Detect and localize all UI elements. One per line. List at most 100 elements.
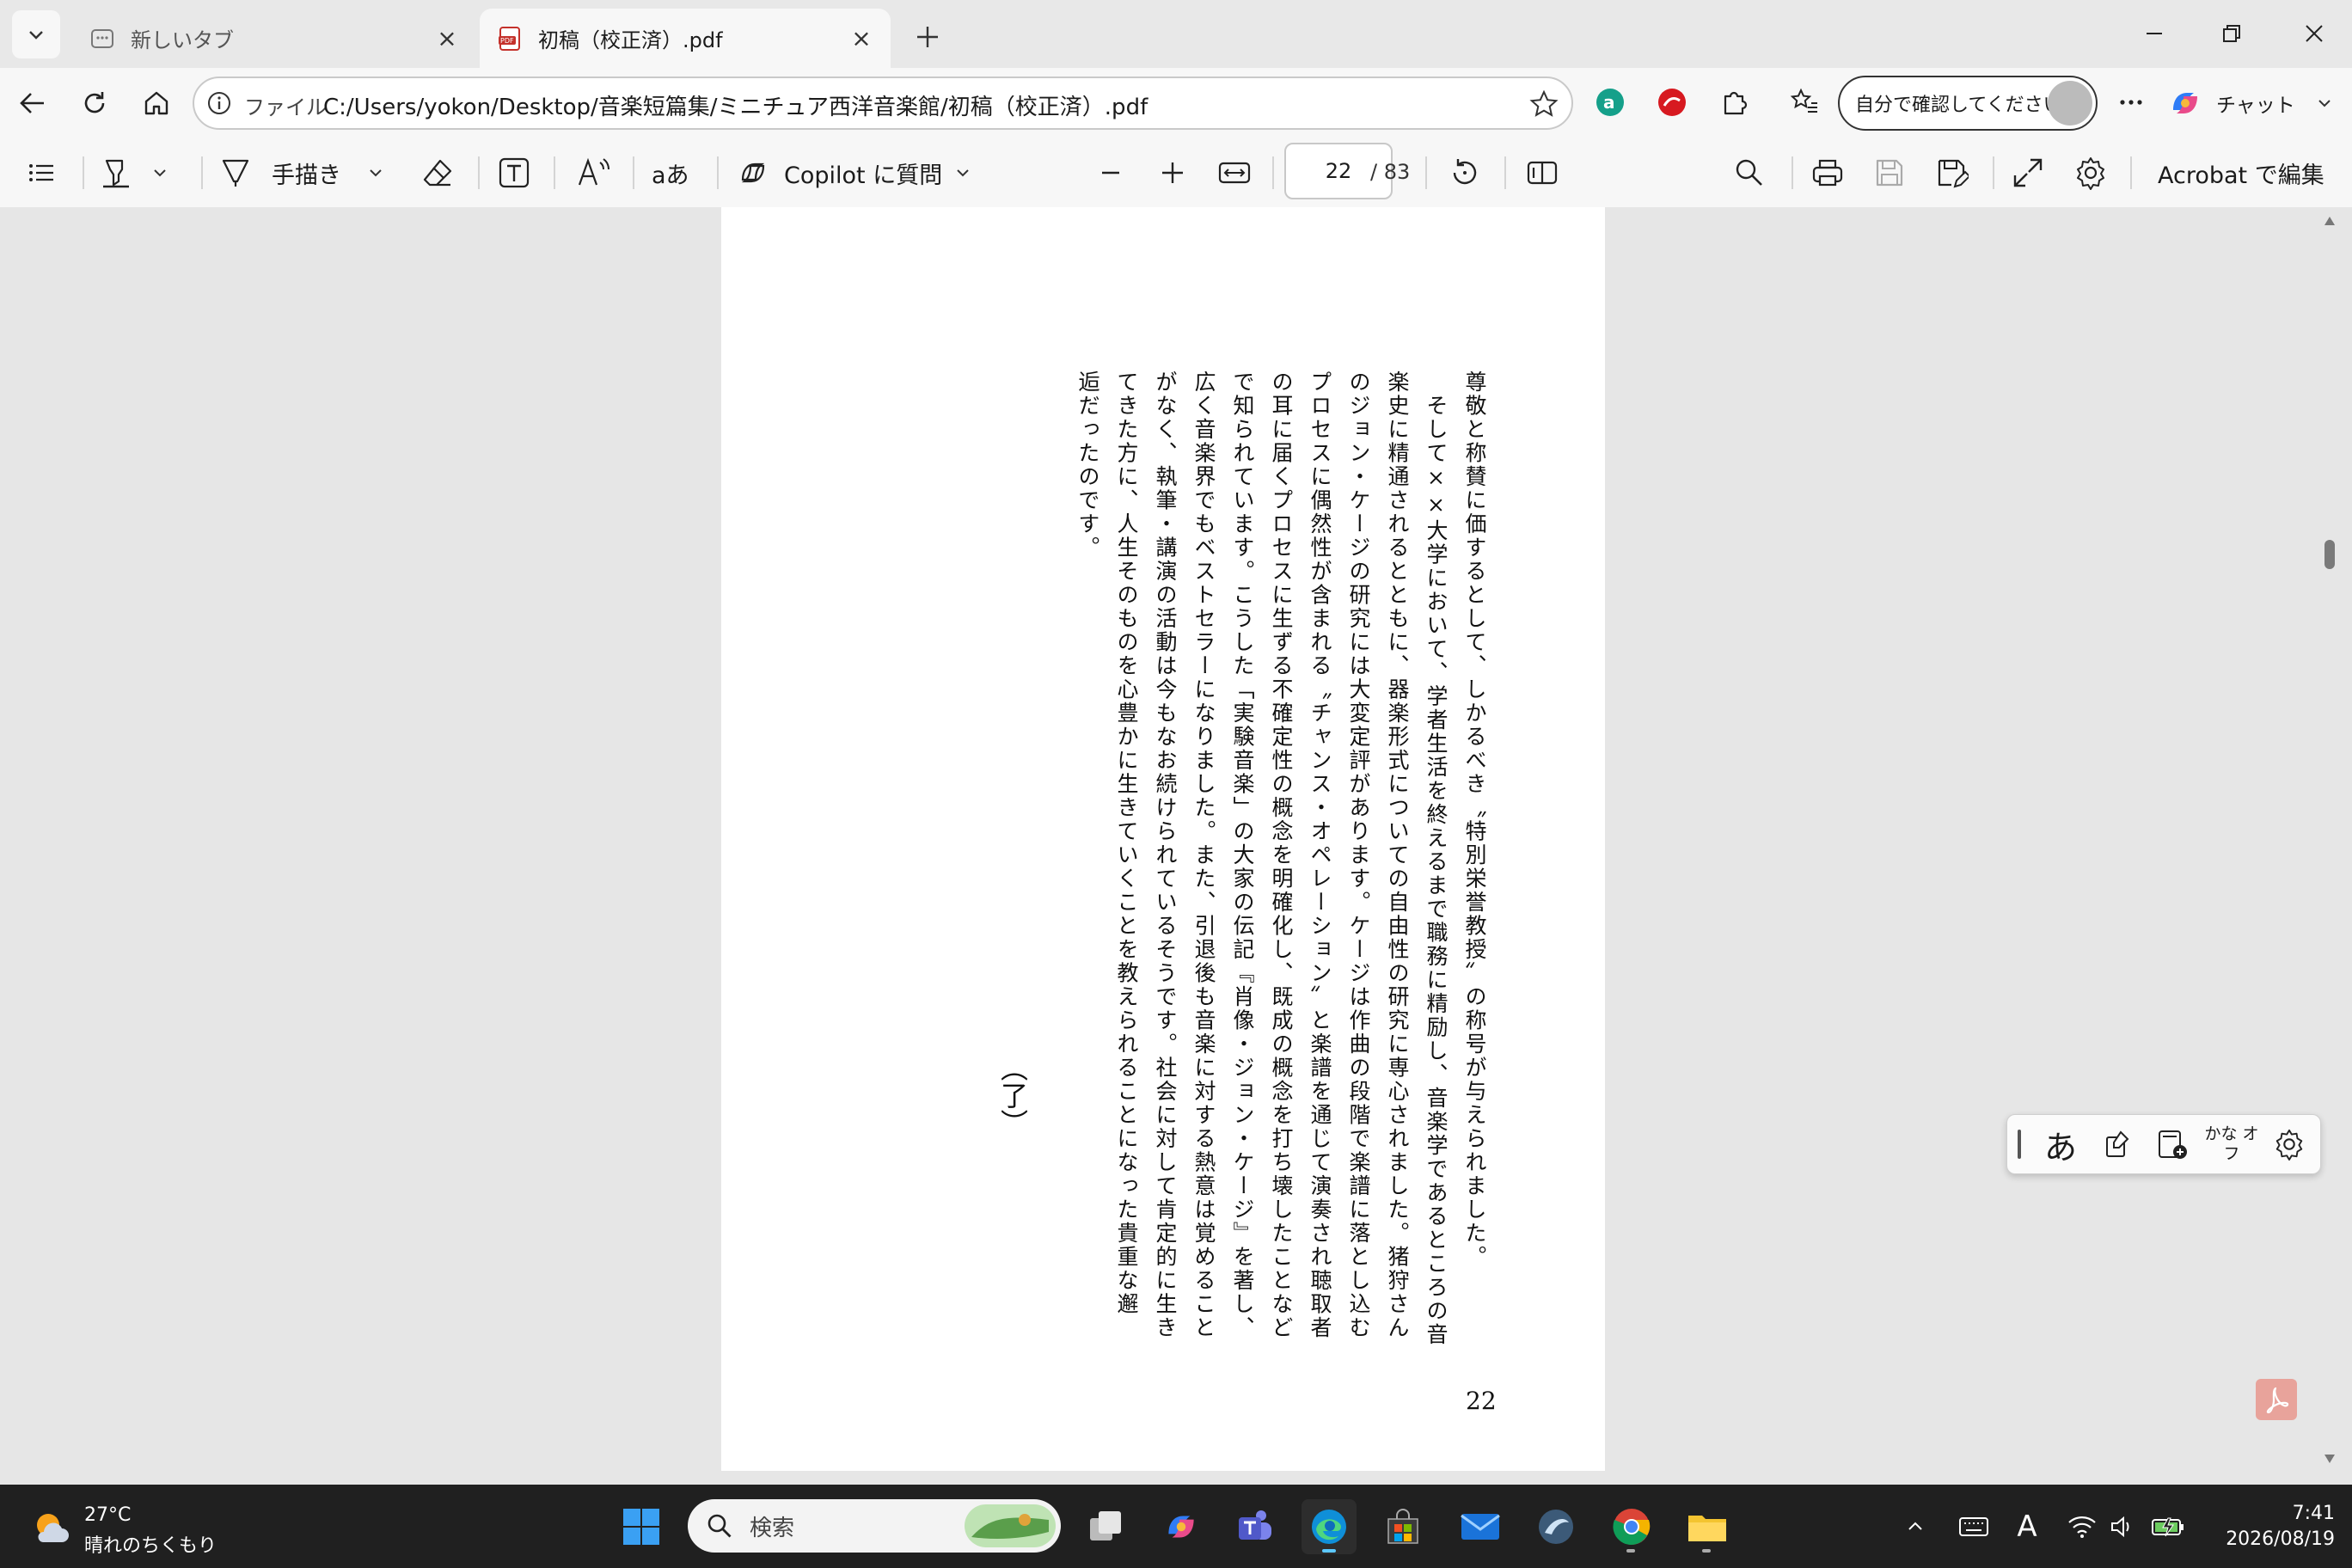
profile-button[interactable]: 自分で確認してください	[1838, 76, 2098, 131]
app-shortcut-button[interactable]	[1528, 1499, 1583, 1554]
edge-button[interactable]	[1302, 1499, 1357, 1554]
address-url[interactable]: C:/Users/yokon/Desktop/音楽短篇集/ミニチュア西洋音楽館/…	[323, 89, 1148, 121]
extension-a-button[interactable]: a	[1590, 83, 1630, 122]
ime-settings-button[interactable]	[2262, 1115, 2317, 1173]
translate-button[interactable]: aあ	[652, 150, 689, 196]
save-as-button[interactable]	[1934, 150, 1969, 196]
battery-button[interactable]	[2147, 1510, 2189, 1544]
erase-button[interactable]	[421, 150, 456, 196]
acrobat-floating-button[interactable]	[2256, 1379, 2297, 1420]
zoom-out-button[interactable]	[1095, 150, 1126, 196]
toolbar-divider	[633, 156, 634, 189]
toolbar-divider	[554, 156, 555, 189]
read-aloud-icon	[578, 157, 609, 186]
page-view-button[interactable]	[1525, 150, 1559, 196]
more-menu-button[interactable]	[2111, 83, 2151, 122]
favorite-star-icon[interactable]	[1528, 89, 1559, 119]
home-button[interactable]	[132, 79, 181, 127]
copilot-ask-button[interactable]: Copilot に質問	[736, 150, 971, 196]
chrome-button[interactable]	[1604, 1499, 1659, 1554]
plus-icon	[917, 27, 938, 47]
save-disk-icon	[1876, 159, 1903, 187]
mail-button[interactable]	[1453, 1499, 1508, 1554]
settings-button[interactable]	[2073, 150, 2108, 196]
address-scheme-label: ファイル	[244, 95, 327, 119]
close-window-button[interactable]	[2283, 12, 2345, 55]
reload-button[interactable]	[70, 79, 119, 127]
scroll-up-arrow-icon[interactable]	[2323, 215, 2337, 227]
extension-a-icon: a	[1596, 89, 1624, 116]
battery-charging-icon	[2152, 1517, 2184, 1537]
restore-button[interactable]	[2201, 12, 2263, 55]
add-text-button[interactable]	[497, 150, 531, 196]
ime-kana-toggle[interactable]: かな オフ	[2202, 1115, 2262, 1173]
info-icon[interactable]	[206, 90, 232, 116]
new-tab-button[interactable]	[906, 15, 949, 58]
volume-button[interactable]	[2104, 1510, 2139, 1544]
edit-in-acrobat-button[interactable]: Acrobat で編集	[2158, 150, 2324, 196]
keyboard-icon	[1959, 1517, 1988, 1536]
tab-pdf[interactable]: PDF 初稿（校正済）.pdf ×	[480, 9, 891, 68]
security-extension-icon	[1658, 89, 1686, 116]
ime-indicator[interactable]: A	[2008, 1510, 2046, 1544]
toolbar-divider	[478, 156, 480, 189]
weather-widget[interactable]: 27°C 晴れのちくもり	[28, 1499, 251, 1557]
fit-page-button[interactable]	[1217, 150, 1252, 196]
copilot-chat-button[interactable]: チャット	[2166, 77, 2347, 129]
clock[interactable]: 7:41 2026/08/19	[2201, 1499, 2338, 1554]
chevron-down-icon[interactable]	[151, 164, 168, 181]
plus-icon	[1162, 162, 1183, 183]
find-button[interactable]	[1733, 150, 1766, 196]
show-hidden-icons-button[interactable]	[1898, 1510, 1932, 1544]
contents-button[interactable]	[26, 150, 57, 196]
task-view-button[interactable]	[1078, 1499, 1133, 1554]
store-bag-icon	[1387, 1509, 1418, 1544]
minimize-button[interactable]	[2123, 12, 2185, 55]
taskbar-search[interactable]: 検索	[688, 1499, 1061, 1553]
chrome-icon	[1613, 1509, 1651, 1545]
close-icon[interactable]: ×	[849, 24, 873, 52]
scroll-down-arrow-icon[interactable]	[2323, 1453, 2337, 1465]
ime-drag-handle[interactable]	[2011, 1115, 2028, 1173]
ime-pad-button[interactable]	[2090, 1115, 2145, 1173]
start-button[interactable]	[614, 1499, 669, 1554]
tab-actions-button[interactable]	[12, 10, 60, 58]
fullscreen-button[interactable]	[2012, 150, 2044, 196]
ime-dictionary-button[interactable]	[2145, 1115, 2200, 1173]
chevron-down-icon[interactable]	[367, 164, 384, 181]
chevron-down-icon[interactable]	[954, 164, 971, 181]
zoom-in-button[interactable]	[1157, 150, 1188, 196]
active-app-indicator	[1322, 1549, 1336, 1553]
tab-new-tab[interactable]: 新しいタブ ×	[72, 9, 476, 68]
wifi-button[interactable]	[2063, 1510, 2101, 1544]
extension-security-button[interactable]	[1652, 83, 1692, 122]
extensions-button[interactable]	[1714, 83, 1754, 122]
text-column: 広く音楽界でもベストセラーになりました。また、引退後も音楽に対する熱意は覚めるこ…	[1191, 371, 1216, 1340]
weather-description: 晴れのちくもり	[84, 1535, 217, 1557]
scrollbar-thumb[interactable]	[2324, 540, 2335, 569]
rotate-button[interactable]	[1448, 150, 1482, 196]
chevron-down-icon	[2318, 100, 2331, 107]
copilot-app-button[interactable]	[1154, 1499, 1209, 1554]
print-button[interactable]	[1810, 150, 1845, 196]
toolbar-divider	[83, 156, 84, 189]
restore-icon	[2223, 25, 2240, 42]
toolbar-divider	[2130, 156, 2132, 189]
favorites-button[interactable]	[1785, 83, 1824, 122]
ime-mode-button[interactable]: あ	[2033, 1115, 2088, 1173]
touch-keyboard-button[interactable]	[1953, 1510, 1994, 1544]
address-bar[interactable]: ファイル C:/Users/yokon/Desktop/音楽短篇集/ミニチュア西…	[193, 77, 1573, 130]
copilot-icon	[2173, 93, 2197, 113]
highlight-button[interactable]	[100, 150, 168, 196]
store-button[interactable]	[1375, 1499, 1430, 1554]
close-icon[interactable]: ×	[435, 24, 459, 52]
vertical-scrollbar[interactable]	[2318, 207, 2340, 1485]
avatar	[2048, 81, 2092, 126]
read-aloud-button[interactable]	[576, 150, 610, 196]
toolbar-divider	[1504, 156, 1506, 189]
teams-button[interactable]	[1228, 1499, 1283, 1554]
file-explorer-button[interactable]	[1680, 1499, 1735, 1554]
draw-button[interactable]: 手描き	[218, 150, 384, 196]
back-button[interactable]	[9, 79, 57, 127]
save-button[interactable]	[1872, 150, 1907, 196]
